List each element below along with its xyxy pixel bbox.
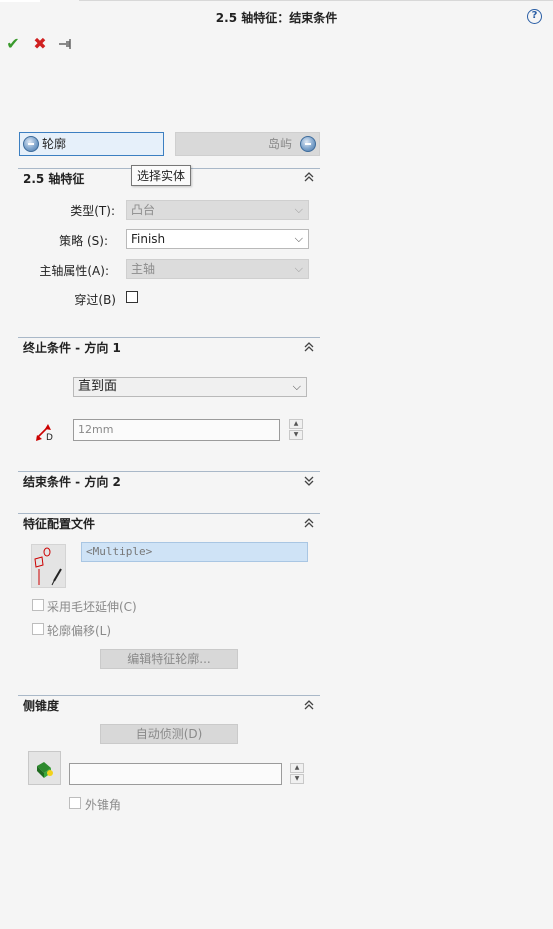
type-select[interactable]: 凸台 ⌵ (126, 200, 309, 220)
distance-spinner[interactable]: ▲ ▼ (289, 419, 303, 441)
pin-button[interactable] (57, 35, 75, 53)
spindle-label: 主轴属性(A): (39, 264, 109, 278)
section-heading-25d-feature: 2.5 轴特征 (23, 172, 85, 186)
feature-profile-icon (31, 544, 66, 588)
spin-down-icon[interactable]: ▼ (289, 430, 303, 440)
outer-taper-label: 外锥角 (85, 798, 122, 812)
spin-down-icon[interactable]: ▼ (290, 774, 304, 784)
profile-offset-label: 轮廓偏移(L) (47, 624, 112, 638)
spin-up-icon[interactable]: ▲ (290, 763, 304, 773)
chevron-down-icon: ⌵ (292, 380, 301, 393)
collapse-chevron-icon[interactable] (302, 518, 316, 531)
taper-angle-input[interactable] (69, 763, 282, 785)
profile-tab-label: 轮廓 (42, 137, 67, 151)
section-divider (18, 695, 320, 696)
section-heading-end-condition-1: 终止条件 - 方向 1 (23, 341, 121, 355)
expand-chevron-icon[interactable] (302, 476, 316, 489)
profile-offset-checkbox[interactable] (32, 623, 44, 635)
strategy-label: 策略 (S): (59, 234, 108, 248)
profile-selection-icon (23, 136, 39, 152)
strategy-select-value: Finish (131, 232, 166, 246)
spin-up-icon[interactable]: ▲ (289, 419, 303, 429)
stock-extend-label: 采用毛坯延伸(C) (47, 600, 137, 614)
profile-tab[interactable]: 轮廓 (19, 132, 164, 156)
collapse-chevron-icon[interactable] (302, 172, 316, 185)
section-divider (18, 337, 320, 338)
chevron-down-icon: ⌵ (294, 203, 303, 216)
svg-text:D: D (46, 433, 53, 443)
tooltip: 选择实体 (131, 165, 192, 186)
stock-extend-checkbox[interactable] (32, 599, 44, 611)
outer-taper-checkbox[interactable] (69, 797, 81, 809)
island-tab[interactable]: 岛屿 (175, 132, 320, 156)
type-select-value: 凸台 (131, 203, 156, 217)
spindle-select-value: 主轴 (131, 262, 156, 276)
distance-icon: D (34, 421, 54, 443)
section-divider (18, 513, 320, 514)
strategy-select[interactable]: Finish ⌵ (126, 229, 309, 249)
spindle-select[interactable]: 主轴 ⌵ (126, 259, 309, 279)
pin-icon (59, 39, 71, 49)
distance-input[interactable]: 12mm (73, 419, 280, 441)
help-icon[interactable]: ? (527, 9, 542, 24)
collapse-chevron-icon[interactable] (302, 700, 316, 713)
island-selection-icon (300, 136, 316, 152)
chevron-down-icon: ⌵ (294, 262, 303, 275)
type-label: 类型(T): (70, 204, 115, 218)
feature-profile-list[interactable]: <Multiple> (81, 542, 308, 562)
island-tab-label: 岛屿 (267, 137, 292, 151)
top-border (79, 0, 553, 1)
chevron-down-icon: ⌵ (294, 232, 303, 245)
ok-button[interactable]: ✔ (4, 35, 22, 53)
taper-angle-icon (28, 751, 61, 785)
top-tab-indicator (0, 0, 40, 2)
section-divider (18, 471, 320, 472)
page-title: 2.5 轴特征：结束条件 (215, 11, 338, 25)
end-condition-select[interactable]: 直到面 ⌵ (73, 377, 307, 397)
collapse-chevron-icon[interactable] (302, 342, 316, 355)
cancel-button[interactable]: ✖ (31, 35, 49, 53)
through-checkbox[interactable] (126, 291, 138, 303)
through-label: 穿过(B) (74, 293, 116, 307)
taper-angle-spinner[interactable]: ▲ ▼ (290, 763, 304, 785)
end-condition-value: 直到面 (78, 379, 118, 394)
section-heading-feature-profile: 特征配置文件 (23, 517, 96, 531)
auto-detect-button[interactable]: 自动侦测(D) (100, 724, 238, 744)
edit-feature-profile-button[interactable]: 编辑特征轮廓... (100, 649, 238, 669)
section-heading-end-condition-2: 结束条件 - 方向 2 (23, 475, 121, 489)
section-heading-side-taper: 侧锥度 (23, 699, 60, 713)
